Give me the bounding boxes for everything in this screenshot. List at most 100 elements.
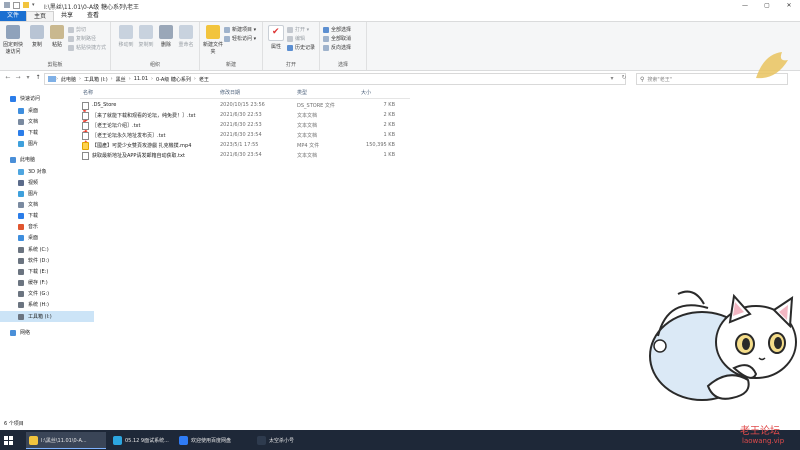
nav-item-label: 快速访问 [20,96,41,102]
copy-to-button[interactable]: 复制到 [135,25,157,48]
paste-button[interactable]: 粘贴 [46,25,68,48]
open-button[interactable]: 打开 ▾ [287,26,309,33]
address-row: ← → ▾ ↑ › 此电脑 › 工具箱 (I:) › 黑丝 › 11.01 › … [0,70,800,86]
nav-item[interactable]: 下载 [0,210,94,221]
column-size[interactable]: 大小 [361,89,371,96]
move-to-button[interactable]: 移动到 [115,25,137,48]
nav-item-icon [18,246,24,253]
edit-button[interactable]: 编辑 [287,35,305,42]
chevron-down-icon[interactable]: ▾ [32,2,38,8]
breadcrumb-drive[interactable]: 工具箱 (I:) [81,76,111,83]
nav-item[interactable]: 视频 [0,177,94,188]
nav-item-label: 下载 [28,213,39,219]
properties-quick-icon[interactable] [4,2,10,8]
nav-item[interactable]: 文档 [0,199,94,210]
nav-item[interactable]: 3D 对象 [0,166,94,177]
select-all-label: 全部选择 [331,27,352,33]
history-button[interactable]: 历史记录 [287,44,315,51]
paste-shortcut-button[interactable]: 粘贴快捷方式 [68,44,106,51]
copy-button[interactable]: 复制 [26,25,48,48]
nav-item[interactable]: 文件 (G:) [0,288,94,299]
nav-item-label: 系统 (H:) [28,302,49,308]
maximize-button[interactable]: ▢ [762,1,772,10]
tab-share[interactable]: 共享 [54,11,80,21]
up-button[interactable]: ↑ [34,74,42,82]
invert-selection-button[interactable]: 反向选择 [323,44,351,51]
recent-locations-button[interactable]: ▾ [24,74,32,82]
nav-item[interactable]: 音乐 [0,221,94,232]
checkbox-quick-icon[interactable] [13,2,20,9]
select-none-button[interactable]: 全部取消 [323,35,351,42]
nav-item-icon [18,190,24,197]
easy-access-button[interactable]: 轻松访问 ▾ [224,35,256,42]
copy-path-button[interactable]: 复制路径 [68,35,96,42]
open-icon [287,26,293,33]
breadcrumb-1101[interactable]: 11.01 [131,76,151,82]
taskbar-app[interactable]: 05.12 9面试系统... [110,432,172,448]
close-button[interactable]: ✕ [784,1,794,10]
cut-button[interactable]: 剪切 [68,26,86,33]
file-row[interactable]: 【國產】可愛少女雙頁攻游戲 扎克機撲.mp4 2023/5/1 17:55 MP4 … [80,140,410,150]
delete-button[interactable]: 删除 [155,25,177,48]
file-row[interactable]: .DS_Store 2020/10/15 23:56 DS_STORE 文件 7 KB [80,100,410,110]
file-row[interactable]: 获取最新地址及APP请发邮箱自动获取.txt 2021/6/30 23:54 文本文… [80,150,410,160]
nav-item[interactable]: 软件 (D:) [0,255,94,266]
tab-file[interactable]: 文件 [0,11,27,21]
minimize-button[interactable]: — [740,1,750,10]
new-item-button[interactable]: 新建项目 ▾ [224,26,256,33]
new-folder-label: 新建文件夹 [202,42,223,55]
forward-button[interactable]: → [14,74,22,82]
breadcrumb-heisi[interactable]: 黑丝 [113,76,129,83]
nav-item[interactable]: 系统 (C:) [0,244,94,255]
rename-button[interactable]: 重命名 [175,25,197,48]
nav-item-icon [18,179,24,186]
nav-item[interactable]: 图片 [0,188,94,199]
nav-item[interactable]: 快速访问 [0,93,86,104]
nav-item[interactable]: 网络 [0,327,86,338]
back-button[interactable]: ← [4,74,12,82]
select-all-button[interactable]: 全部选择 [323,26,351,33]
copy-to-label: 复制到 [138,42,154,48]
breadcrumb-this-pc[interactable]: 此电脑 [58,76,79,83]
nav-item-icon [18,168,24,175]
new-folder-button[interactable]: 新建文件夹 [202,25,224,55]
computer-icon [48,76,56,82]
column-date[interactable]: 修改日期 [220,89,240,96]
nav-item[interactable]: 缓存 (F:) [0,277,94,288]
nav-item[interactable]: 此电脑 [0,154,86,165]
pin-quick-access-button[interactable]: 固定到快速访问 [2,25,24,55]
ribbon: 固定到快速访问 复制 粘贴 剪切 复制路径 粘贴快捷方式 剪贴板 移动到 复制到… [0,21,800,71]
nav-item[interactable]: 工具箱 (I:) [0,311,94,322]
tab-view[interactable]: 查看 [80,11,106,21]
file-date: 2021/6/30 22:53 [220,122,262,128]
column-type[interactable]: 类型 [297,89,307,96]
nav-item[interactable]: 下载 (E:) [0,266,94,277]
file-row[interactable]: ［老王论坛永久地址发布页］.txt 2021/6/30 23:54 文本文档 1 KB [80,130,410,140]
taskbar-app[interactable]: 欢迎使用百度网盘 [176,432,250,448]
file-size: 150,395 KB [366,142,395,148]
refresh-button[interactable]: ↻ [620,74,628,82]
nav-item-icon [10,95,16,102]
nav-item-label: 文档 [28,119,39,125]
breadcrumb-laowang[interactable]: 老王 [196,76,212,83]
column-name[interactable]: 名称 [83,89,93,96]
start-button[interactable] [4,432,13,448]
properties-button[interactable]: ✔ 属性 [265,25,287,50]
copy-to-icon [139,25,153,39]
taskbar-app[interactable]: 太空杀小号 [254,432,310,448]
address-dropdown-icon[interactable]: ▾ [608,75,616,83]
taskbar-app-icon [29,435,38,445]
file-name: ［来了就能下载和观看的论坛，纯免费！］.txt [92,113,196,119]
taskbar-app[interactable]: I:\黑丝\11.01\0-A... [26,432,106,449]
folder-quick-icon[interactable] [23,2,29,8]
file-row[interactable]: ［来了就能下载和观看的论坛，纯免费！］.txt 2021/6/30 22:53 文本… [80,110,410,120]
nav-item[interactable]: 桌面 [0,232,94,243]
laowang-logo [756,52,788,79]
nav-item-icon [18,118,24,125]
address-bar[interactable]: › 此电脑 › 工具箱 (I:) › 黑丝 › 11.01 › 0-A级 糖心系… [44,73,626,85]
file-type: 文本文档 [297,133,318,139]
nav-item-icon [18,290,24,297]
breadcrumb-series[interactable]: 0-A级 糖心系列 [153,76,194,83]
file-row[interactable]: ［老王论坛介绍］.txt 2021/6/30 22:53 文本文档 2 KB [80,120,410,130]
nav-item[interactable]: 系统 (H:) [0,299,94,310]
